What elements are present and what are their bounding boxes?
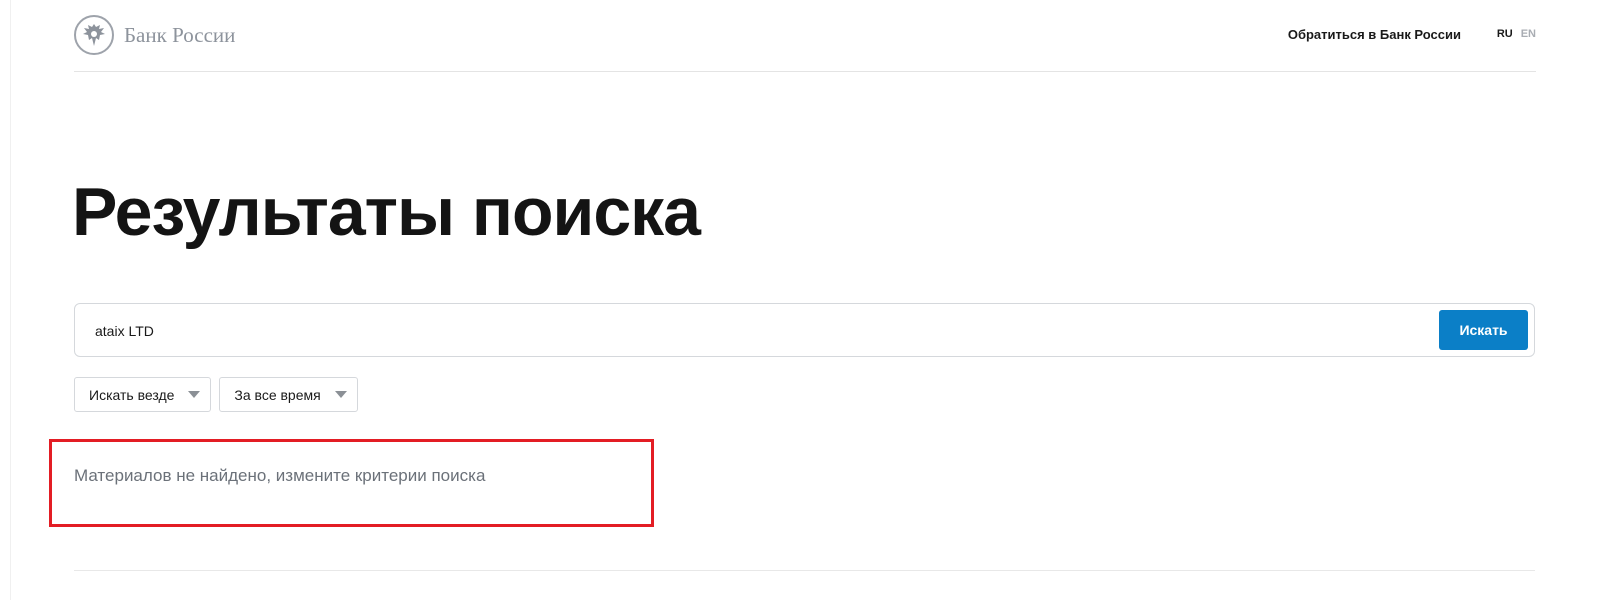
language-en[interactable]: EN: [1521, 28, 1536, 40]
left-edge-divider: [10, 0, 11, 600]
period-dropdown-label: За все время: [234, 386, 321, 403]
language-switcher: RU EN: [1497, 28, 1536, 40]
search-filters: Искать везде За все время: [74, 377, 358, 412]
double-headed-eagle-icon: [74, 15, 114, 55]
scope-dropdown[interactable]: Искать везде: [74, 377, 212, 412]
bottom-divider: [74, 570, 1535, 571]
scope-dropdown-label: Искать везде: [89, 386, 175, 403]
page: Банк России Обратиться в Банк России RU …: [0, 0, 1600, 600]
page-title: Результаты поиска: [72, 174, 701, 250]
logo-text: Банк России: [124, 22, 236, 47]
search-box: Искать: [74, 303, 1535, 357]
chevron-down-icon: [334, 391, 347, 398]
chevron-down-icon: [188, 391, 201, 398]
logo[interactable]: Банк России: [74, 15, 235, 55]
search-input[interactable]: [95, 321, 1415, 341]
search-button[interactable]: Искать: [1439, 310, 1528, 350]
contact-bank-link[interactable]: Обратиться в Банк России: [1288, 27, 1461, 42]
no-results-message: Материалов не найдено, измените критерии…: [74, 466, 486, 485]
header: Банк России Обратиться в Банк России RU …: [74, 0, 1536, 72]
period-dropdown[interactable]: За все время: [219, 377, 358, 412]
language-ru[interactable]: RU: [1497, 28, 1513, 40]
